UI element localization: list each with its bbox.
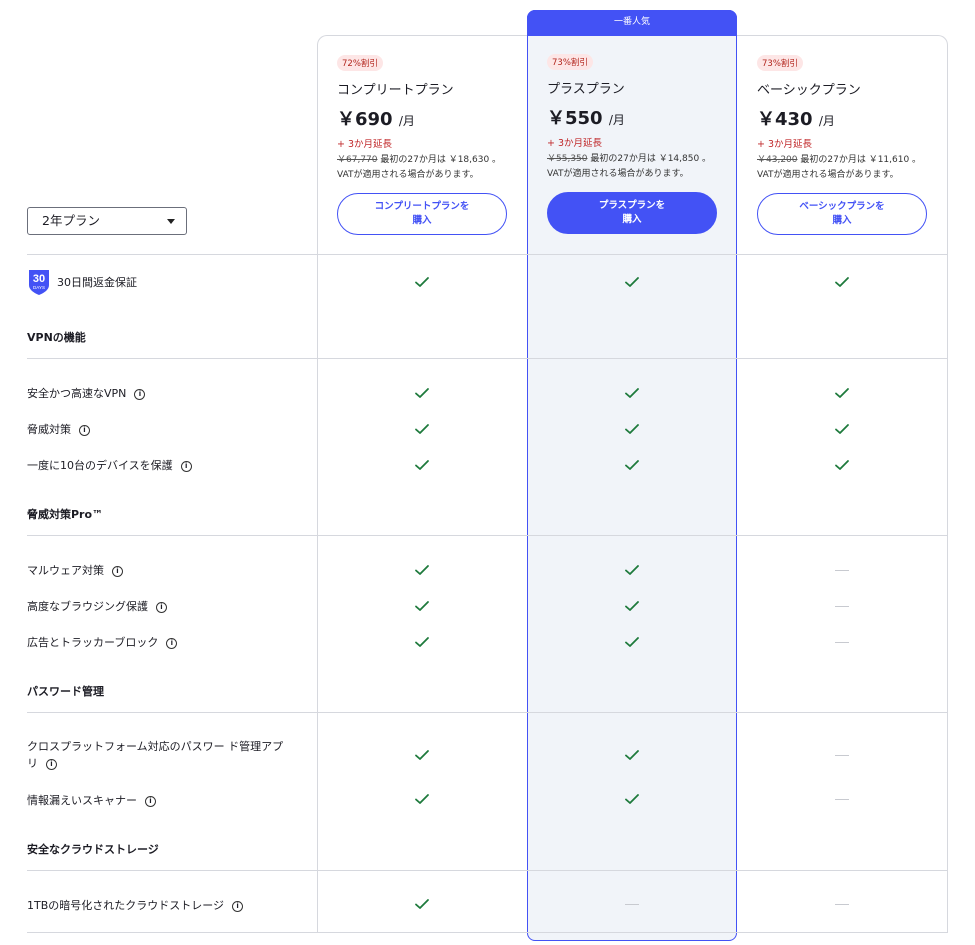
section-storage: 安全なクラウドストレージ xyxy=(27,843,159,856)
divider xyxy=(27,254,948,255)
info-icon[interactable]: i xyxy=(46,758,57,770)
feature-cloud-storage: 1TBの暗号化されたクラウドストレージ i xyxy=(27,897,297,914)
not-included-dash-icon xyxy=(835,799,849,800)
feature-threat: 脅威対策 i xyxy=(27,421,297,438)
info-icon[interactable]: i xyxy=(79,424,90,436)
old-price: ￥55,350 xyxy=(547,154,588,164)
check-icon xyxy=(625,637,639,647)
check-icon xyxy=(625,750,639,760)
divider xyxy=(27,358,948,359)
plan-note: ￥43,200 最初の27か月は ￥11,610 。 VATが適用される場合があり… xyxy=(757,155,922,180)
check-icon xyxy=(415,899,429,909)
info-icon[interactable]: i xyxy=(112,565,123,577)
info-icon[interactable]: i xyxy=(134,388,146,400)
check-icon xyxy=(625,565,639,575)
not-included-dash-icon xyxy=(835,904,849,905)
not-included-dash-icon xyxy=(625,904,639,905)
divider xyxy=(27,932,948,933)
check-icon xyxy=(415,794,429,804)
plan-name: ベーシックプラン xyxy=(757,83,861,98)
check-icon xyxy=(835,388,849,398)
feature-password-app: クロスプラットフォーム対応のパスワー ド管理アプリ i xyxy=(27,740,284,770)
buy-complete-button[interactable]: コンプリートプランを 購入 xyxy=(337,193,507,235)
divider xyxy=(27,535,948,536)
divider xyxy=(27,712,948,713)
chevron-down-icon xyxy=(167,219,175,224)
not-included-dash-icon xyxy=(835,570,849,571)
discount-badge: 72%割引 xyxy=(337,55,383,71)
plan-duration-select[interactable]: 2年プラン xyxy=(27,207,187,235)
not-included-dash-icon xyxy=(835,606,849,607)
guarantee-label: 30日間返金保証 xyxy=(57,276,137,289)
price-per: /月 xyxy=(818,114,835,128)
plan-price: ￥430 /月 xyxy=(757,109,835,130)
price-per: /月 xyxy=(608,113,625,127)
feature-leak-scanner: 情報漏えいスキャナー i xyxy=(27,792,297,809)
plan-extension: + 3か月延長 xyxy=(337,139,393,150)
check-icon xyxy=(415,388,429,398)
buy-plus-button[interactable]: プラスプランを 購入 xyxy=(547,192,717,234)
check-icon xyxy=(415,277,429,287)
plan-price: ￥550 /月 xyxy=(547,108,625,129)
section-password: パスワード管理 xyxy=(27,685,104,698)
section-vpn: VPNの機能 xyxy=(27,331,86,344)
not-included-dash-icon xyxy=(835,755,849,756)
check-icon xyxy=(835,424,849,434)
check-icon xyxy=(415,424,429,434)
plan-extension: + 3か月延長 xyxy=(757,139,813,150)
old-price: ￥43,200 xyxy=(757,155,798,165)
check-icon xyxy=(415,637,429,647)
check-icon xyxy=(415,750,429,760)
plan-duration-value: 2年プラン xyxy=(42,213,100,228)
info-icon[interactable]: i xyxy=(156,601,167,613)
plan-note: ￥55,350 最初の27か月は ￥14,850 。 VATが適用される場合があり… xyxy=(547,154,712,179)
check-icon xyxy=(625,388,639,398)
old-price: ￥67,770 xyxy=(337,155,378,165)
discount-badge: 73%割引 xyxy=(757,55,803,71)
check-icon xyxy=(625,460,639,470)
feature-browsing: 高度なブラウジング保護 i xyxy=(27,598,297,615)
divider xyxy=(27,870,948,871)
svg-text:30: 30 xyxy=(33,273,45,285)
info-icon[interactable]: i xyxy=(180,460,192,472)
section-threat: 脅威対策Pro™ xyxy=(27,508,104,521)
check-icon xyxy=(415,565,429,575)
check-icon xyxy=(415,601,429,611)
check-icon xyxy=(625,601,639,611)
info-icon[interactable]: i xyxy=(232,900,244,912)
feature-vpn-fast: 安全かつ高速なVPN i xyxy=(27,385,297,402)
discount-badge: 73%割引 xyxy=(547,54,593,70)
check-icon xyxy=(625,277,639,287)
feature-malware: マルウェア対策 i xyxy=(27,562,297,579)
check-icon xyxy=(835,277,849,287)
plan-name: プラスプラン xyxy=(547,82,625,97)
money-back-shield-icon: 30 DAYS xyxy=(29,270,49,295)
feature-adblock: 広告とトラッカーブロック i xyxy=(27,634,297,651)
check-icon xyxy=(415,460,429,470)
check-icon xyxy=(835,460,849,470)
plan-name: コンプリートプラン xyxy=(337,83,454,98)
check-icon xyxy=(625,794,639,804)
svg-text:DAYS: DAYS xyxy=(33,285,45,290)
not-included-dash-icon xyxy=(835,642,849,643)
plan-note: ￥67,770 最初の27か月は ￥18,630 。 VATが適用される場合があり… xyxy=(337,155,502,180)
buy-basic-button[interactable]: ベーシックプランを 購入 xyxy=(757,193,927,235)
check-icon xyxy=(625,424,639,434)
price-per: /月 xyxy=(398,114,415,128)
plan-price: ￥690 /月 xyxy=(337,109,415,130)
info-icon[interactable]: i xyxy=(145,795,156,807)
feature-devices: 一度に10台のデバイスを保護 i xyxy=(27,457,297,474)
plan-extension: + 3か月延長 xyxy=(547,138,603,149)
info-icon[interactable]: i xyxy=(166,637,178,649)
most-popular-banner: 一番人気 xyxy=(527,10,737,36)
